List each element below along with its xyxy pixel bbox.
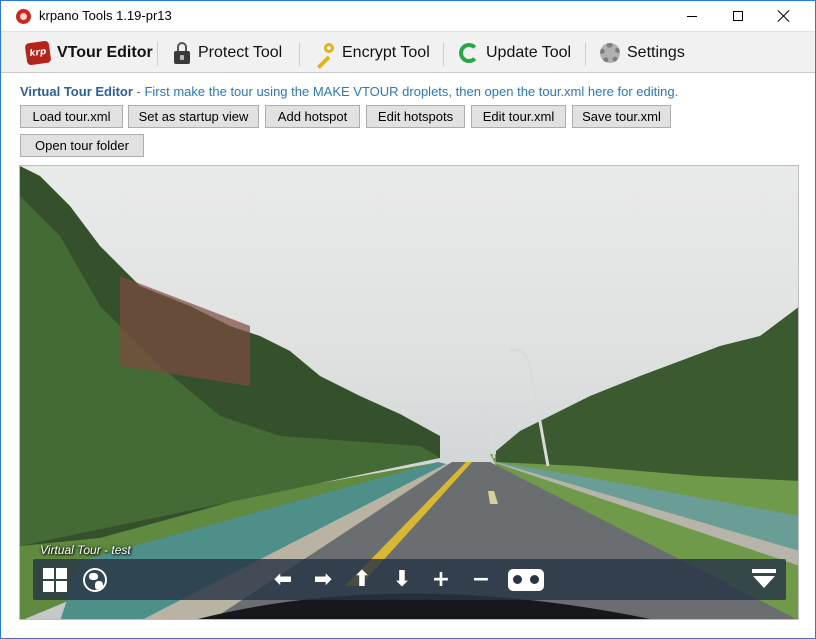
set-startup-view-button[interactable]: Set as startup view	[128, 105, 259, 128]
tool-toolbar: krp VTour Editor Protect Tool Encrypt To…	[1, 31, 815, 73]
maximize-icon	[733, 11, 743, 21]
hide-controls-icon	[752, 569, 776, 591]
title-bar[interactable]: krpano Tools 1.19-pr13	[1, 1, 815, 31]
edit-hotspots-button[interactable]: Edit hotspots	[366, 105, 465, 128]
street-lamp	[479, 412, 495, 459]
viewer-control-bar: ⬅ ➡ ⬆ ⬇ + −	[33, 559, 786, 600]
zoom-in-icon: +	[431, 567, 451, 592]
lock-icon	[173, 41, 191, 64]
zoom-out-button[interactable]: −	[466, 565, 496, 595]
krpano-logo-icon: krp	[24, 39, 52, 66]
tab-vtour-editor[interactable]: krp VTour Editor	[24, 32, 153, 73]
krpano-app-icon	[16, 9, 31, 24]
thumbnails-icon	[43, 568, 67, 592]
arrow-down-icon: ⬇	[392, 567, 412, 592]
arrow-up-icon: ⬆	[352, 567, 372, 592]
toolbar-divider	[585, 42, 586, 66]
editor-description-text: - First make the tour using the MAKE VTO…	[132, 84, 679, 99]
pan-left-button[interactable]: ⬅	[268, 565, 298, 595]
panorama-scene	[20, 166, 798, 619]
vr-mode-button[interactable]	[506, 565, 546, 595]
zoom-out-icon: −	[471, 567, 491, 592]
vr-headset-icon	[508, 569, 544, 591]
app-window: krpano Tools 1.19-pr13 krp VTour Editor …	[0, 0, 816, 639]
minimize-button[interactable]	[669, 1, 715, 31]
gear-icon	[600, 42, 620, 63]
toolbar-divider	[443, 42, 444, 66]
zoom-in-button[interactable]: +	[426, 565, 456, 595]
panorama-viewer[interactable]: Virtual Tour - test ⬅ ➡ ⬆ ⬇ + −	[19, 165, 799, 620]
key-icon	[313, 42, 335, 69]
editor-description-title: Virtual Tour Editor	[20, 84, 133, 99]
pan-up-button[interactable]: ⬆	[347, 565, 377, 595]
open-tour-folder-button[interactable]: Open tour folder	[20, 134, 144, 157]
edit-tour-xml-button[interactable]: Edit tour.xml	[471, 105, 566, 128]
tab-encrypt-tool[interactable]: Encrypt Tool	[313, 32, 430, 73]
pan-right-button[interactable]: ➡	[308, 565, 338, 595]
minimize-icon	[687, 15, 697, 17]
add-hotspot-button[interactable]: Add hotspot	[265, 105, 360, 128]
tab-vtour-editor-label: VTour Editor	[57, 43, 153, 61]
tab-protect-tool[interactable]: Protect Tool	[173, 32, 282, 73]
map-button[interactable]	[80, 565, 110, 595]
trees-right	[496, 307, 798, 481]
editor-description: Virtual Tour Editor - First make the tou…	[20, 84, 678, 99]
pan-down-button[interactable]: ⬇	[387, 565, 417, 595]
scene-title: Virtual Tour - test	[40, 543, 131, 557]
tab-settings-label: Settings	[627, 43, 685, 61]
tab-encrypt-tool-label: Encrypt Tool	[342, 43, 430, 61]
save-tour-xml-button[interactable]: Save tour.xml	[572, 105, 671, 128]
close-icon	[778, 10, 790, 22]
hide-controls-button[interactable]	[749, 565, 779, 595]
globe-icon	[83, 568, 107, 592]
toolbar-divider	[157, 42, 158, 66]
maximize-button[interactable]	[715, 1, 761, 31]
tab-update-tool[interactable]: Update Tool	[459, 32, 571, 73]
arrow-right-icon: ➡	[313, 567, 333, 592]
refresh-icon	[459, 42, 479, 63]
tab-update-tool-label: Update Tool	[486, 43, 572, 61]
arrow-left-icon: ⬅	[273, 567, 293, 592]
tab-settings[interactable]: Settings	[600, 32, 685, 73]
window-title: krpano Tools 1.19-pr13	[39, 8, 172, 23]
thumbnails-button[interactable]	[40, 565, 70, 595]
tab-protect-tool-label: Protect Tool	[198, 43, 283, 61]
load-tour-xml-button[interactable]: Load tour.xml	[20, 105, 123, 128]
close-button[interactable]	[761, 1, 807, 31]
toolbar-divider	[299, 42, 300, 66]
